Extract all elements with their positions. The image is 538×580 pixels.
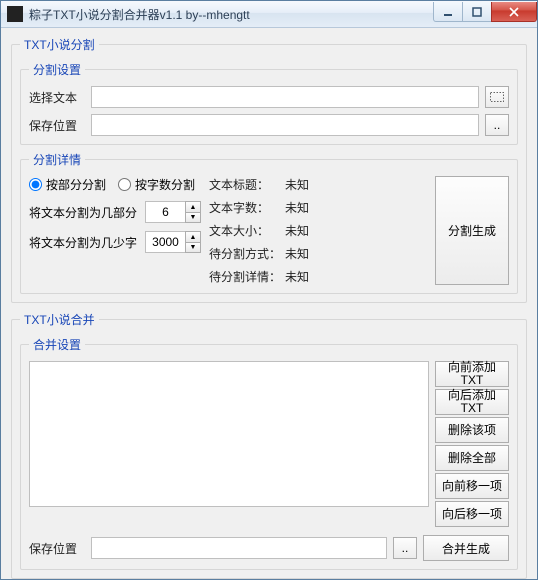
- split-settings-group: 分割设置 选择文本 保存位置 ..: [20, 61, 518, 145]
- client-area: TXT小说分割 分割设置 选择文本 保存位置 ..: [1, 28, 537, 579]
- chars-label: 将文本分割为几少字: [29, 234, 139, 251]
- radio-by-chars-label: 按字数分割: [135, 176, 195, 193]
- split-generate-button[interactable]: 分割生成: [435, 176, 509, 285]
- minimize-icon: [443, 7, 453, 17]
- split-save-label: 保存位置: [29, 117, 85, 134]
- split-group-title: TXT小说分割: [20, 36, 99, 53]
- chars-spinner: ▲ ▼: [145, 231, 201, 253]
- info-count-v: 未知: [285, 199, 309, 216]
- choose-text-browse-button[interactable]: [485, 86, 509, 108]
- merge-bottom-row: 保存位置 .. 合并生成: [29, 535, 509, 561]
- browse-dotted-icon: [490, 92, 504, 102]
- close-icon: [509, 7, 519, 17]
- choose-text-label: 选择文本: [29, 89, 85, 106]
- split-settings-title: 分割设置: [29, 61, 85, 78]
- merge-buttons-column: 向前添加TXT 向后添加TXT 删除该项 删除全部 向前移一项 向后移一项: [435, 361, 509, 527]
- info-title-v: 未知: [285, 176, 309, 193]
- info-size-k: 文本大小：: [209, 222, 281, 239]
- info-detail-v: 未知: [285, 268, 309, 285]
- merge-area: 向前添加TXT 向后添加TXT 删除该项 删除全部 向前移一项 向后移一项: [29, 361, 509, 527]
- chars-spin-up[interactable]: ▲: [185, 231, 201, 242]
- merge-listbox[interactable]: [29, 361, 429, 507]
- chars-row: 将文本分割为几少字 ▲ ▼: [29, 231, 201, 253]
- split-mode-radios: 按部分分割 按字数分割: [29, 176, 201, 193]
- parts-spin-buttons: ▲ ▼: [185, 201, 201, 223]
- info-detail: 待分割详情： 未知: [209, 268, 427, 285]
- info-mode-v: 未知: [285, 245, 309, 262]
- parts-row: 将文本分割为几部分 ▲ ▼: [29, 201, 201, 223]
- maximize-icon: [472, 7, 482, 17]
- window-buttons: [434, 2, 537, 22]
- close-button[interactable]: [491, 2, 537, 22]
- merge-save-browse-button[interactable]: ..: [393, 537, 417, 559]
- clear-all-button[interactable]: 删除全部: [435, 445, 509, 471]
- window-title: 粽子TXT小说分割合并器v1.1 by--mhengtt: [29, 6, 434, 23]
- parts-spin-down[interactable]: ▼: [185, 212, 201, 223]
- split-group: TXT小说分割 分割设置 选择文本 保存位置 ..: [11, 36, 527, 303]
- split-save-input[interactable]: [91, 114, 479, 136]
- prepend-txt-button[interactable]: 向前添加TXT: [435, 361, 509, 387]
- parts-spin-up[interactable]: ▲: [185, 201, 201, 212]
- move-down-button[interactable]: 向后移一项: [435, 501, 509, 527]
- info-size: 文本大小： 未知: [209, 222, 427, 239]
- parts-label: 将文本分割为几部分: [29, 204, 139, 221]
- merge-settings-group: 合并设置 向前添加TXT 向后添加TXT 删除该项 删除全部 向前移一项 向后移…: [20, 336, 518, 570]
- info-count-k: 文本字数：: [209, 199, 281, 216]
- parts-spinner: ▲ ▼: [145, 201, 201, 223]
- merge-save-input[interactable]: [91, 537, 387, 559]
- maximize-button[interactable]: [462, 2, 492, 22]
- split-details-title: 分割详情: [29, 151, 85, 168]
- move-up-button[interactable]: 向前移一项: [435, 473, 509, 499]
- merge-generate-button[interactable]: 合并生成: [423, 535, 509, 561]
- info-count: 文本字数： 未知: [209, 199, 427, 216]
- chars-spin-buttons: ▲ ▼: [185, 231, 201, 253]
- split-details-left: 按部分分割 按字数分割 将文本分割为几部分: [29, 176, 201, 285]
- remove-item-button[interactable]: 删除该项: [435, 417, 509, 443]
- choose-text-row: 选择文本: [29, 86, 509, 108]
- radio-by-chars-input[interactable]: [118, 178, 131, 191]
- radio-by-chars[interactable]: 按字数分割: [118, 176, 195, 193]
- split-details-group: 分割详情 按部分分割 按字数分割: [20, 151, 518, 294]
- radio-by-parts-input[interactable]: [29, 178, 42, 191]
- merge-save-label: 保存位置: [29, 540, 85, 557]
- radio-by-parts-label: 按部分分割: [46, 176, 106, 193]
- split-details-grid: 按部分分割 按字数分割 将文本分割为几部分: [29, 176, 509, 285]
- merge-settings-title: 合并设置: [29, 336, 85, 353]
- chars-spin-down[interactable]: ▼: [185, 242, 201, 253]
- info-mode-k: 待分割方式：: [209, 245, 281, 262]
- info-mode: 待分割方式： 未知: [209, 245, 427, 262]
- parts-input[interactable]: [145, 201, 185, 223]
- minimize-button[interactable]: [433, 2, 463, 22]
- split-save-row: 保存位置 ..: [29, 114, 509, 136]
- info-detail-k: 待分割详情：: [209, 268, 281, 285]
- info-title-k: 文本标题：: [209, 176, 281, 193]
- app-window: 粽子TXT小说分割合并器v1.1 by--mhengtt TXT小说分割 分割设…: [0, 0, 538, 580]
- app-icon: [7, 6, 23, 22]
- info-title: 文本标题： 未知: [209, 176, 427, 193]
- merge-group: TXT小说合并 合并设置 向前添加TXT 向后添加TXT 删除该项 删除全部 向…: [11, 311, 527, 579]
- merge-group-title: TXT小说合并: [20, 311, 99, 328]
- titlebar: 粽子TXT小说分割合并器v1.1 by--mhengtt: [1, 1, 537, 28]
- choose-text-input[interactable]: [91, 86, 479, 108]
- split-info-column: 文本标题： 未知 文本字数： 未知 文本大小： 未知 待分割方式：: [209, 176, 427, 285]
- append-txt-button[interactable]: 向后添加TXT: [435, 389, 509, 415]
- split-save-browse-button[interactable]: ..: [485, 114, 509, 136]
- radio-by-parts[interactable]: 按部分分割: [29, 176, 106, 193]
- chars-input[interactable]: [145, 231, 185, 253]
- info-size-v: 未知: [285, 222, 309, 239]
